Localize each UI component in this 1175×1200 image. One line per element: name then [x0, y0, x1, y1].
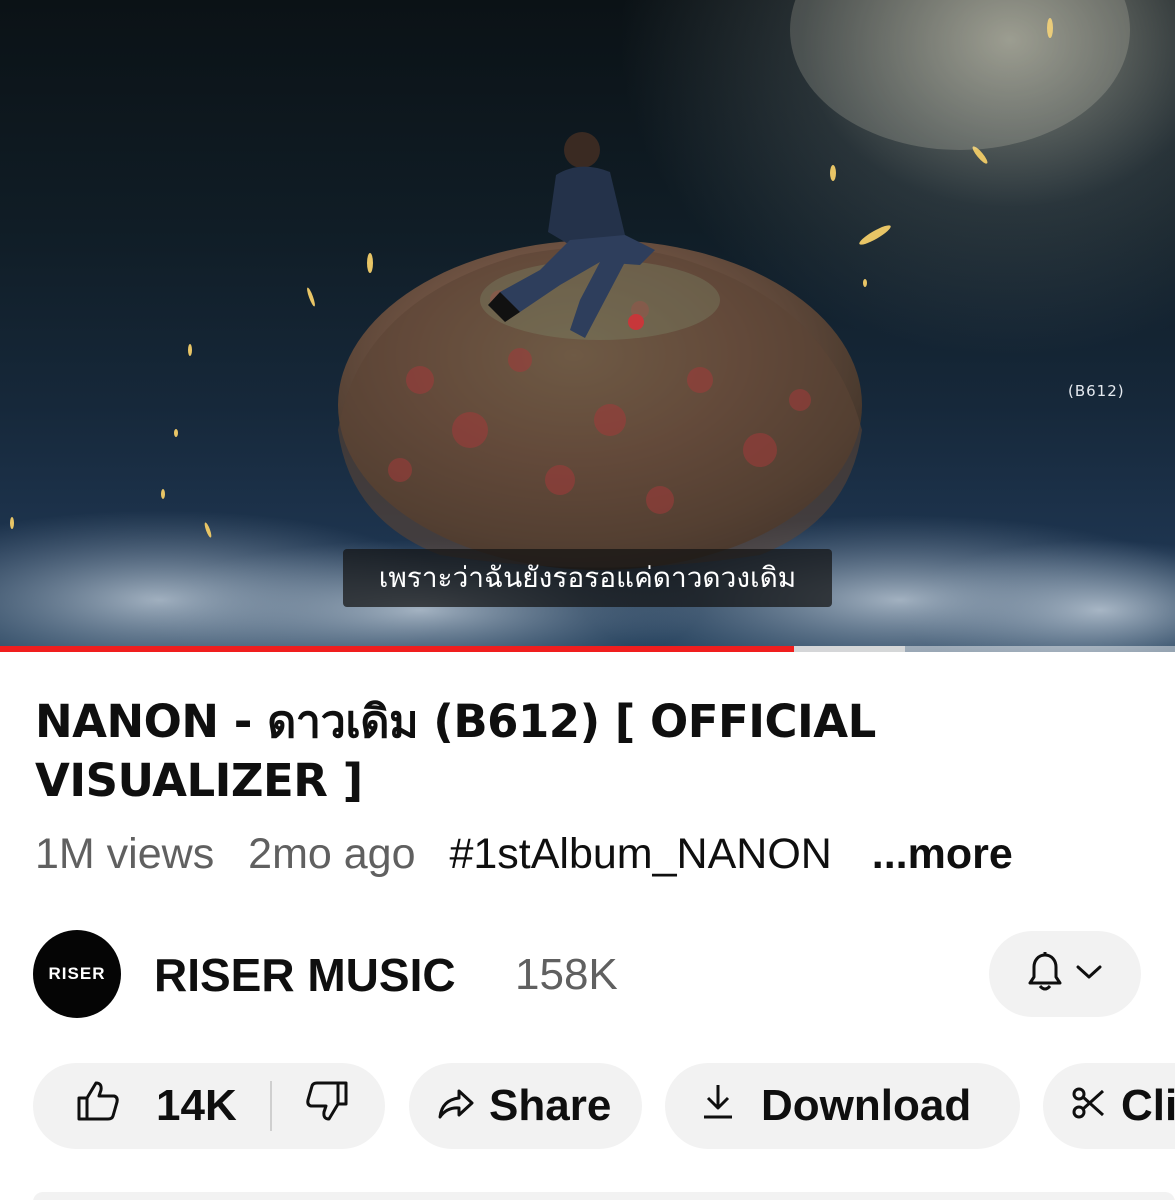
avatar-logo-text: RISER: [48, 964, 106, 983]
upload-age: 2mo ago: [248, 830, 416, 878]
thumbs-down-icon: [305, 1080, 349, 1133]
bell-icon: [1028, 951, 1062, 997]
subtitle-caption: เพราะว่าฉันยังรอรอแค่ดาวดวงเดิม: [343, 549, 832, 607]
clip-label: Cli: [1121, 1081, 1175, 1130]
like-button[interactable]: 14K: [33, 1080, 237, 1133]
notification-bell-button[interactable]: [989, 931, 1141, 1017]
download-label: Download: [761, 1081, 972, 1130]
youtube-watch-page: (B612) เพราะว่าฉันยังรอรอแค่ดาวดวงเดิม N…: [0, 0, 1175, 1200]
like-count: 14K: [156, 1081, 237, 1130]
chevron-down-icon: [1076, 964, 1102, 985]
view-count: 1M views: [35, 830, 215, 878]
like-dislike-divider: [269, 1081, 272, 1131]
download-button[interactable]: Download: [665, 1063, 1020, 1149]
channel-avatar[interactable]: RISER: [33, 930, 121, 1018]
video-title[interactable]: NANON - ดาวเดิม (B612) [ OFFICIAL VISUAL…: [35, 692, 935, 810]
thumbs-up-icon: [76, 1080, 120, 1133]
hashtag-link[interactable]: #1stAlbum_NANON: [449, 830, 831, 878]
share-label: Share: [489, 1081, 612, 1130]
clip-button[interactable]: Cli: [1043, 1063, 1175, 1149]
video-player[interactable]: (B612) เพราะว่าฉันยังรอรอแค่ดาวดวงเดิม: [0, 0, 1175, 652]
channel-name[interactable]: RISER MUSIC: [154, 948, 456, 1002]
channel-row: RISER RISER MUSIC 158K: [0, 930, 1175, 1020]
video-watermark: (B612): [1068, 382, 1125, 400]
scissors-icon: [1071, 1081, 1105, 1131]
more-link[interactable]: ...more: [872, 830, 1013, 878]
dislike-button[interactable]: [305, 1080, 349, 1133]
subscriber-count: 158K: [515, 950, 618, 999]
video-metadata[interactable]: 1M views 2mo ago #1stAlbum_NANON ...more: [35, 830, 1035, 886]
share-arrow-icon: [437, 1081, 475, 1131]
next-section-edge: [33, 1192, 1175, 1200]
share-button[interactable]: Share: [409, 1063, 642, 1149]
like-dislike-group: 14K: [33, 1063, 385, 1149]
video-info-panel: NANON - ดาวเดิม (B612) [ OFFICIAL VISUAL…: [0, 652, 1175, 1200]
download-icon: [701, 1081, 735, 1131]
action-bar: 14K Share Download Cli: [0, 1063, 1175, 1149]
